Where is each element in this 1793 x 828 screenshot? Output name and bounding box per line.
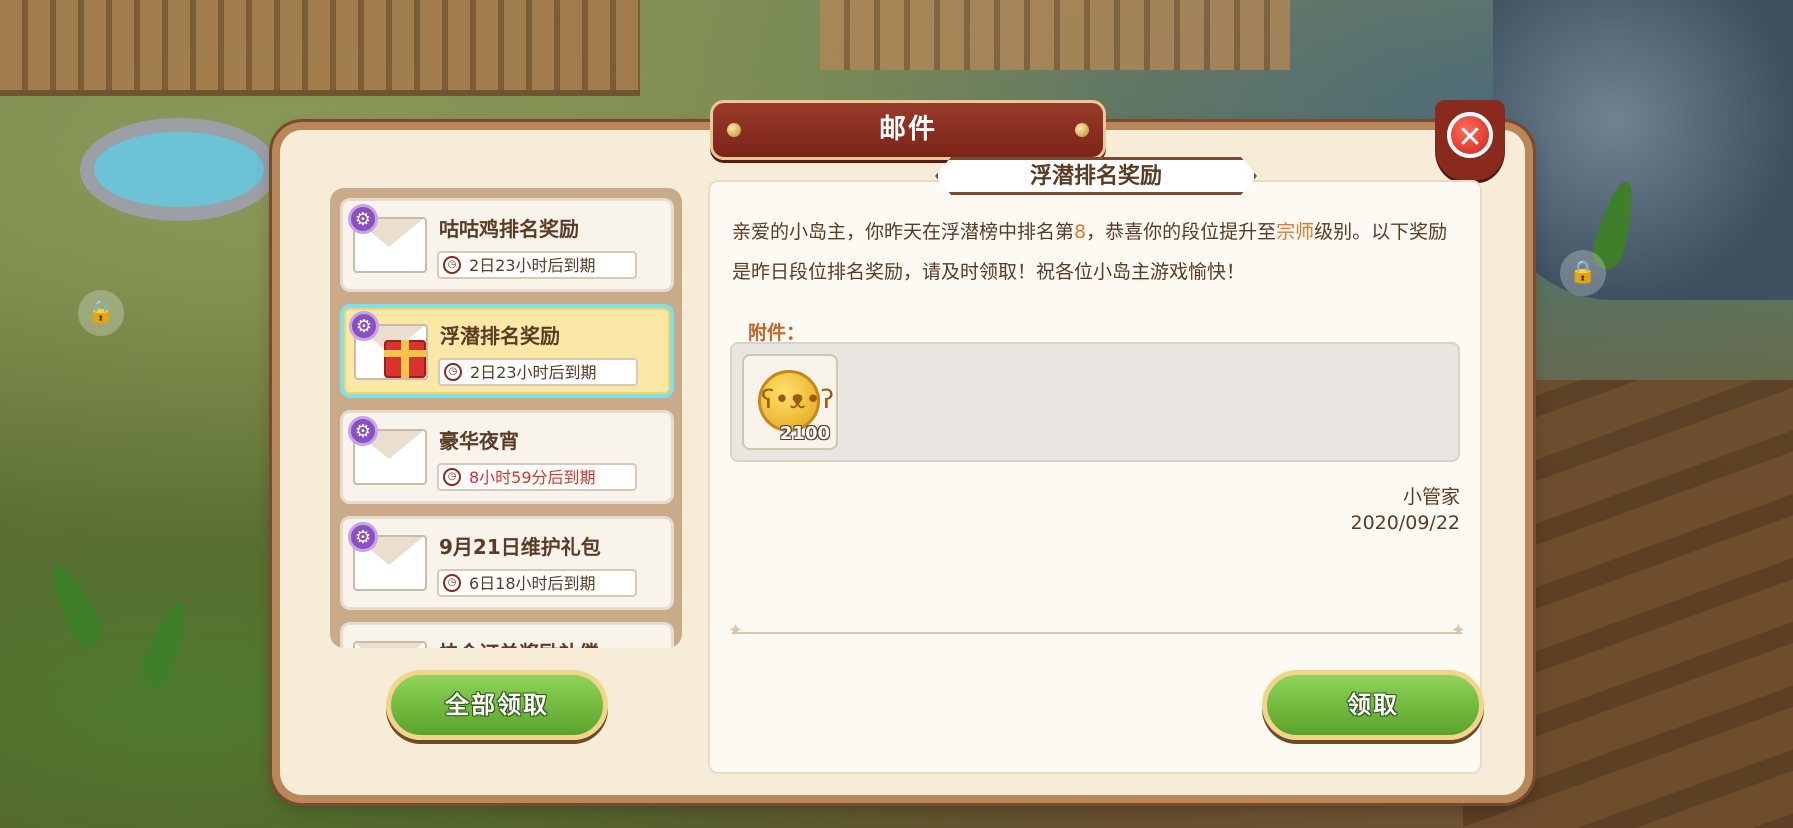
body-text: 亲爱的小岛主，你昨天在浮潜榜中排名第 xyxy=(732,221,1075,243)
modal-title: 邮件 xyxy=(710,100,1106,160)
expiry-text: 2日23小时后到期 xyxy=(470,363,597,382)
divider xyxy=(728,620,1466,641)
expiry-text: 8小时59分后到期 xyxy=(469,468,596,487)
mail-sender: 小管家 xyxy=(1402,486,1460,508)
lock-icon[interactable]: 🔒 xyxy=(78,290,124,336)
mail-item-title: 咕咕鸡排名奖励 xyxy=(439,217,579,241)
expiry-timer: ◷ 6日18小时后到期 xyxy=(437,569,637,597)
expiry-text: 6日18小时后到期 xyxy=(469,574,596,593)
mail-item-title: 快会订单奖励补偿 xyxy=(439,637,599,648)
mail-item[interactable]: ⚙ 9月21日维护礼包 ◷ 6日18小时后到期 xyxy=(340,516,674,610)
mail-item[interactable]: ⚙ 豪华夜宵 ◷ 8小时59分后到期 xyxy=(340,410,674,504)
background-plant xyxy=(135,597,195,693)
attachment-count: 2100 xyxy=(779,423,830,444)
clock-icon: ◷ xyxy=(444,363,462,381)
tier-value: 宗师 xyxy=(1276,221,1315,243)
clock-icon: ◷ xyxy=(443,574,461,592)
expiry-timer: ◷ 2日23小时后到期 xyxy=(438,358,638,386)
mail-date: 2020/09/22 xyxy=(1350,512,1460,534)
background-plant xyxy=(42,557,108,653)
attachment-box: ʕ•ᴥ•ʔ 2100 xyxy=(730,342,1460,462)
envelope-icon xyxy=(353,641,427,648)
lock-icon[interactable]: 🔒 xyxy=(1560,250,1606,296)
mail-item-title: 豪华夜宵 xyxy=(439,429,519,453)
system-gear-icon: ⚙ xyxy=(348,416,378,446)
attachment-label: 附件： xyxy=(748,322,806,344)
background-fence xyxy=(0,0,640,96)
mail-detail-title: 浮潜排名奖励 xyxy=(935,157,1257,195)
rivet-icon xyxy=(727,123,741,137)
attachment-item[interactable]: ʕ•ᴥ•ʔ 2100 xyxy=(742,354,838,450)
close-icon[interactable]: ✕ xyxy=(1447,112,1493,158)
mail-item[interactable]: ⚙ 咕咕鸡排名奖励 ◷ 2日23小时后到期 xyxy=(340,198,674,292)
mail-item-selected[interactable]: ⚙ 浮潜排名奖励 ◷ 2日23小时后到期 xyxy=(340,304,674,398)
expiry-timer: ◷ 8小时59分后到期 xyxy=(437,463,637,491)
clock-icon: ◷ xyxy=(443,256,461,274)
background-fence-right xyxy=(820,0,1290,70)
expiry-timer: ◷ 2日23小时后到期 xyxy=(437,251,637,279)
mail-item-title: 9月21日维护礼包 xyxy=(439,535,601,559)
mail-list[interactable]: ⚙ 咕咕鸡排名奖励 ◷ 2日23小时后到期 ⚙ 浮潜排名奖励 ◷ 2日23小时后… xyxy=(330,188,682,648)
gift-box-icon xyxy=(384,340,426,378)
expiry-text: 2日23小时后到期 xyxy=(469,256,596,275)
background-pond xyxy=(80,118,278,221)
background-rock xyxy=(1493,0,1793,300)
rivet-icon xyxy=(1075,123,1089,137)
rank-value: 8 xyxy=(1074,221,1087,243)
mail-modal: 邮件 ✕ ⚙ 咕咕鸡排名奖励 ◷ 2日23小时后到期 ⚙ 浮潜排名奖励 ◷ 2日… xyxy=(280,100,1525,795)
modal-title-text: 邮件 xyxy=(879,114,937,145)
claim-all-button[interactable]: 全部领取 xyxy=(386,670,608,740)
system-gear-icon: ⚙ xyxy=(349,311,379,341)
system-gear-icon: ⚙ xyxy=(348,522,378,552)
clock-icon: ◷ xyxy=(443,468,461,486)
claim-button[interactable]: 领取 xyxy=(1262,670,1484,740)
close-button[interactable]: ✕ xyxy=(1435,100,1505,180)
mail-item[interactable]: 快会订单奖励补偿 xyxy=(340,622,674,648)
system-gear-icon: ⚙ xyxy=(348,204,378,234)
body-text: ，恭喜你的段位提升至 xyxy=(1086,221,1277,243)
mail-item-title: 浮潜排名奖励 xyxy=(440,324,560,348)
mail-body: 亲爱的小岛主，你昨天在浮潜榜中排名第8，恭喜你的段位提升至宗师级别。以下奖励是昨… xyxy=(732,212,1462,292)
